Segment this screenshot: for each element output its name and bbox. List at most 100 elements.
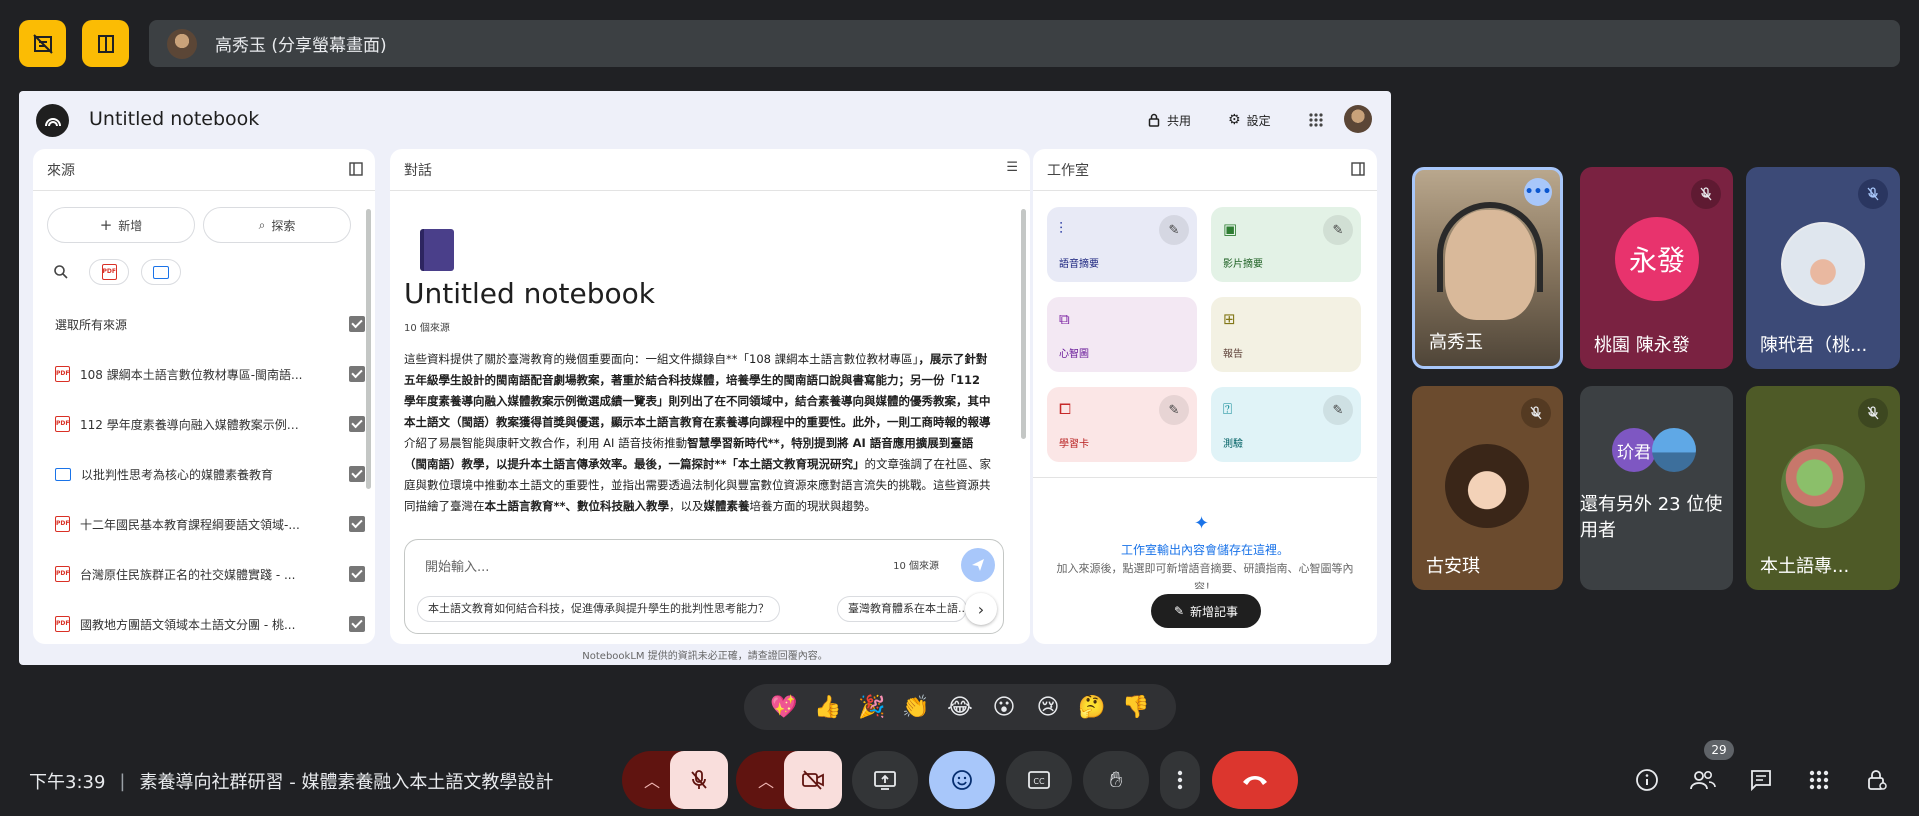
people-button[interactable]: 29 xyxy=(1683,740,1734,800)
source-checkbox[interactable] xyxy=(349,566,365,582)
source-checkbox[interactable] xyxy=(349,366,365,382)
source-item[interactable]: PDF 112 學年度素養導向融入媒體教案示例徵... xyxy=(55,413,365,435)
chat-button[interactable] xyxy=(1741,760,1781,800)
send-button[interactable] xyxy=(961,548,995,582)
studio-divider xyxy=(1033,477,1377,478)
headphones xyxy=(1437,202,1543,292)
participant-name: 高秀玉 xyxy=(1429,332,1483,353)
activities-button[interactable] xyxy=(1799,760,1839,800)
suggestion-chip[interactable]: 本土語文教育如何結合科技，促進傳承與提升學生的批判性思考能力？ xyxy=(417,596,780,622)
reaction-laugh[interactable]: 😂 xyxy=(941,695,979,720)
more-options-button[interactable] xyxy=(1160,751,1200,809)
source-label: 十二年國民基本教育課程綱要語文領域-... xyxy=(80,517,300,532)
mind-map-card[interactable]: ⧉ 心智圖 xyxy=(1047,297,1197,372)
select-all-checkbox[interactable] xyxy=(349,316,365,332)
mic-off-icon xyxy=(1521,398,1551,428)
participant-tile[interactable]: 陳玳君（桃... xyxy=(1746,167,1900,369)
chat-input[interactable]: 開始輸入... xyxy=(425,556,489,575)
source-item[interactable]: PDF 108 課綱本土語言數位教材專區-閩南語... xyxy=(55,363,365,385)
hide-tiles-button[interactable] xyxy=(19,20,66,67)
source-checkbox[interactable] xyxy=(349,466,365,482)
mind-map-icon: ⧉ xyxy=(1059,310,1070,328)
participant-tile[interactable]: 古安琪 xyxy=(1412,386,1563,590)
reaction-party[interactable]: 🎉 xyxy=(853,695,891,720)
notebooklm-logo-icon xyxy=(36,104,69,137)
select-all-label: 選取所有來源 xyxy=(55,317,128,332)
card-label: 影片摘要 xyxy=(1223,259,1263,270)
edit-icon[interactable]: ✎ xyxy=(1159,215,1189,245)
mic-toggle-button[interactable] xyxy=(670,751,728,809)
participant-tile[interactable]: 永發 桃園 陳永發 xyxy=(1580,167,1733,369)
participant-tile-presenter[interactable]: ••• 高秀玉 xyxy=(1412,167,1563,369)
settings-button[interactable]: ⚙ 設定 xyxy=(1228,107,1271,133)
source-checkbox[interactable] xyxy=(349,416,365,432)
more-options-button[interactable]: ••• xyxy=(1524,178,1552,206)
search-icon[interactable] xyxy=(53,264,69,280)
flashcards-card[interactable]: ⧠ ✎ 學習卡 xyxy=(1047,387,1197,462)
collapse-panel-icon[interactable] xyxy=(349,162,363,176)
reaction-clap[interactable]: 👏 xyxy=(897,695,935,720)
doc-filter-chip[interactable] xyxy=(141,259,181,285)
report-card[interactable]: ⊞ 報告 xyxy=(1211,297,1361,372)
others-tile[interactable]: 玠君 還有另外 23 位使用者 xyxy=(1580,386,1733,590)
pdf-filter-chip[interactable]: PDF xyxy=(89,259,129,285)
layout-button[interactable] xyxy=(82,20,129,67)
reaction-sad[interactable]: 😢 xyxy=(1029,695,1067,720)
reaction-heart[interactable]: 💖 xyxy=(765,695,803,720)
select-all-row[interactable]: 選取所有來源 xyxy=(55,313,365,335)
add-note-button[interactable]: ✎ 新增記事 xyxy=(1151,594,1261,628)
chat-panel: 對話 ☰ Untitled notebook 10 個來源 這些資料提供了關於臺… xyxy=(390,149,1030,644)
avatar xyxy=(1652,428,1696,472)
reaction-thumbs-up[interactable]: 👍 xyxy=(809,695,847,720)
tune-icon[interactable]: ☰ xyxy=(1006,160,1018,175)
chat-scrollbar[interactable] xyxy=(1021,209,1026,439)
leave-call-button[interactable] xyxy=(1212,751,1298,809)
summary-text: 這些資料提供了關於臺灣教育的幾個重要面向：一組文件擷錄自**「108 課綱本土語… xyxy=(404,352,919,366)
mic-off-icon xyxy=(1858,398,1888,428)
source-item[interactable]: 以批判性思考為核心的媒體素養教育 xyxy=(55,463,365,485)
audio-overview-card[interactable]: ⫶ ✎ 語音摘要 xyxy=(1047,207,1197,282)
host-controls-button[interactable] xyxy=(1857,760,1897,800)
edit-icon[interactable]: ✎ xyxy=(1159,395,1189,425)
camera-toggle-button[interactable] xyxy=(784,751,842,809)
participant-tile[interactable]: 本土語專... xyxy=(1746,386,1900,590)
present-button[interactable] xyxy=(852,751,918,809)
presenter-label: 高秀玉 (分享螢幕畫面) xyxy=(215,36,387,56)
source-item[interactable]: PDF 台灣原住民族群正名的社交媒體實踐 - ... xyxy=(55,563,365,585)
notebook-title: Untitled notebook xyxy=(89,108,260,130)
source-checkbox[interactable] xyxy=(349,616,365,632)
raise-hand-button[interactable]: ✋︎ xyxy=(1083,751,1149,809)
reaction-thinking[interactable]: 🤔 xyxy=(1073,695,1111,720)
quiz-card[interactable]: ⍰ ✎ 測驗 xyxy=(1211,387,1361,462)
video-overview-card[interactable]: ▣ ✎ 影片摘要 xyxy=(1211,207,1361,282)
chat-notebook-title: Untitled notebook xyxy=(404,277,655,310)
next-suggestions-button[interactable]: › xyxy=(965,593,997,625)
input-source-count: 10 個來源 xyxy=(893,561,939,572)
edit-icon[interactable]: ✎ xyxy=(1323,395,1353,425)
source-label: 台灣原住民族群正名的社交媒體實踐 - ... xyxy=(80,567,296,582)
sources-scrollbar[interactable] xyxy=(366,209,371,489)
emoji-icon xyxy=(952,770,972,790)
captions-button[interactable]: CC xyxy=(1006,751,1072,809)
captions-icon: CC xyxy=(1028,771,1050,789)
source-checkbox[interactable] xyxy=(349,516,365,532)
add-source-button[interactable]: + 新增 xyxy=(47,207,195,243)
reactions-button[interactable] xyxy=(929,751,995,809)
audio-wave-icon: ⫶ xyxy=(1059,219,1064,238)
reaction-thumbs-down[interactable]: 👎 xyxy=(1117,695,1155,720)
collapse-panel-icon[interactable] xyxy=(1351,162,1365,176)
suggestion-chip[interactable]: 臺灣教育體系在本土語... xyxy=(837,596,967,622)
reaction-surprised[interactable]: 😮 xyxy=(985,695,1023,720)
lock-person-icon xyxy=(1868,770,1887,790)
chat-input-box[interactable]: 開始輸入... 10 個來源 本土語文教育如何結合科技，促進傳承與提升學生的批判… xyxy=(404,539,1004,634)
explore-button[interactable]: ⌕ 探索 xyxy=(203,207,351,243)
account-avatar[interactable] xyxy=(1344,105,1372,133)
chevron-up-icon: ︿ xyxy=(643,772,660,791)
edit-icon[interactable]: ✎ xyxy=(1323,215,1353,245)
apps-grid-button[interactable] xyxy=(1308,107,1324,133)
summary-text: 介紹了易晨智能與康軒文教合作，利用 AI 語音技術推動 xyxy=(404,436,688,450)
source-item[interactable]: PDF 國教地方團語文領域本土語文分團 - 桃... xyxy=(55,613,365,635)
source-item[interactable]: PDF 十二年國民基本教育課程綱要語文領域-... xyxy=(55,513,365,535)
meeting-details-button[interactable] xyxy=(1627,760,1667,800)
share-button[interactable]: 共用 xyxy=(1147,107,1191,133)
